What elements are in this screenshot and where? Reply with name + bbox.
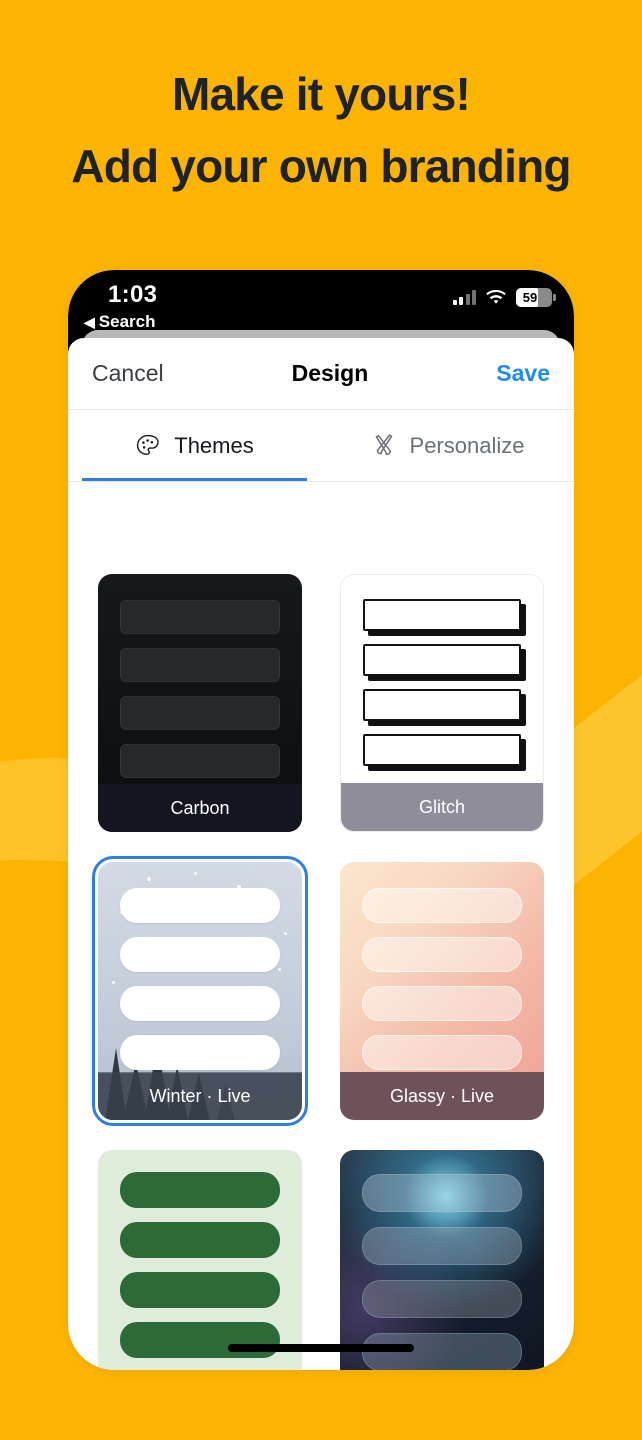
home-indicator[interactable] <box>228 1344 414 1352</box>
preview-row <box>120 696 280 730</box>
phone-frame: 1:03 ◀ Search 59 Cancel Design Save Them… <box>68 270 574 1370</box>
theme-grid: Carbon Glitch Winter · Live Glassy · Liv… <box>68 551 574 1370</box>
theme-name-winter: Winter · Live <box>98 1072 302 1120</box>
tab-bar: Themes Personalize <box>68 410 574 482</box>
preview-row <box>120 600 280 634</box>
theme-card-mint[interactable] <box>98 1150 302 1370</box>
back-to-search-button[interactable]: ◀ Search <box>84 312 155 332</box>
theme-card-night[interactable] <box>340 1150 544 1370</box>
design-sheet: Cancel Design Save Themes Personalize Ca… <box>68 338 574 1370</box>
theme-preview-rows <box>98 862 302 1072</box>
battery-icon: 59 <box>516 288 556 307</box>
phone-screen: 1:03 ◀ Search 59 Cancel Design Save Them… <box>68 270 574 1370</box>
tab-personalize-label: Personalize <box>409 432 525 458</box>
preview-row <box>362 1174 522 1212</box>
preview-row <box>120 986 280 1021</box>
theme-card-glitch[interactable]: Glitch <box>340 574 544 832</box>
preview-row <box>120 937 280 972</box>
theme-name-glassy: Glassy · Live <box>340 1072 544 1120</box>
tab-personalize[interactable]: Personalize <box>321 410 574 481</box>
brush-pencil-icon <box>371 433 397 459</box>
theme-preview-rows <box>340 1150 544 1370</box>
preview-row <box>363 644 521 676</box>
wifi-icon <box>485 289 507 306</box>
preview-row <box>120 1272 280 1308</box>
preview-row <box>362 1280 522 1318</box>
preview-row <box>120 648 280 682</box>
headline-line-1: Make it yours! <box>171 68 471 120</box>
theme-card-winter[interactable]: Winter · Live <box>92 856 308 1126</box>
theme-name-glitch: Glitch <box>341 783 543 831</box>
preview-row <box>362 986 522 1021</box>
preview-row <box>120 1172 280 1208</box>
preview-row <box>120 1035 280 1070</box>
page-title: Design <box>291 360 369 386</box>
preview-row <box>363 689 521 721</box>
palette-icon <box>135 433 161 459</box>
preview-row <box>362 888 522 923</box>
preview-row <box>120 744 280 778</box>
sheet-navbar: Cancel Design Save <box>68 338 574 410</box>
preview-row <box>362 1227 522 1265</box>
battery-tip <box>553 294 556 301</box>
theme-preview-rows <box>341 575 543 783</box>
preview-row <box>120 1322 280 1358</box>
headline-line-2: Add your own branding <box>71 140 571 192</box>
save-button[interactable]: Save <box>496 360 550 387</box>
cellular-bars-icon <box>452 290 476 305</box>
triangle-left-icon: ◀ <box>84 314 95 330</box>
theme-preview-rows <box>98 574 302 784</box>
preview-row <box>362 1035 522 1070</box>
theme-card-carbon[interactable]: Carbon <box>98 574 302 832</box>
preview-row <box>120 1222 280 1258</box>
theme-name-carbon: Carbon <box>98 784 302 832</box>
headline: Make it yours! Add your own branding <box>0 58 642 202</box>
preview-row <box>120 888 280 923</box>
screenshot-stage: Make it yours! Add your own branding 1:0… <box>0 0 642 1440</box>
theme-preview-rows <box>340 862 544 1072</box>
status-indicators: 59 <box>452 288 556 307</box>
tab-themes-label: Themes <box>174 432 254 458</box>
preview-row <box>362 937 522 972</box>
tab-themes[interactable]: Themes <box>68 410 321 481</box>
battery-percent: 59 <box>522 290 538 305</box>
theme-card-glassy[interactable]: Glassy · Live <box>340 862 544 1120</box>
theme-preview-rows <box>98 1150 302 1370</box>
cancel-button[interactable]: Cancel <box>92 360 164 387</box>
status-time: 1:03 <box>108 281 158 308</box>
preview-row <box>363 599 521 631</box>
preview-row <box>363 734 521 766</box>
back-label: Search <box>98 312 156 331</box>
